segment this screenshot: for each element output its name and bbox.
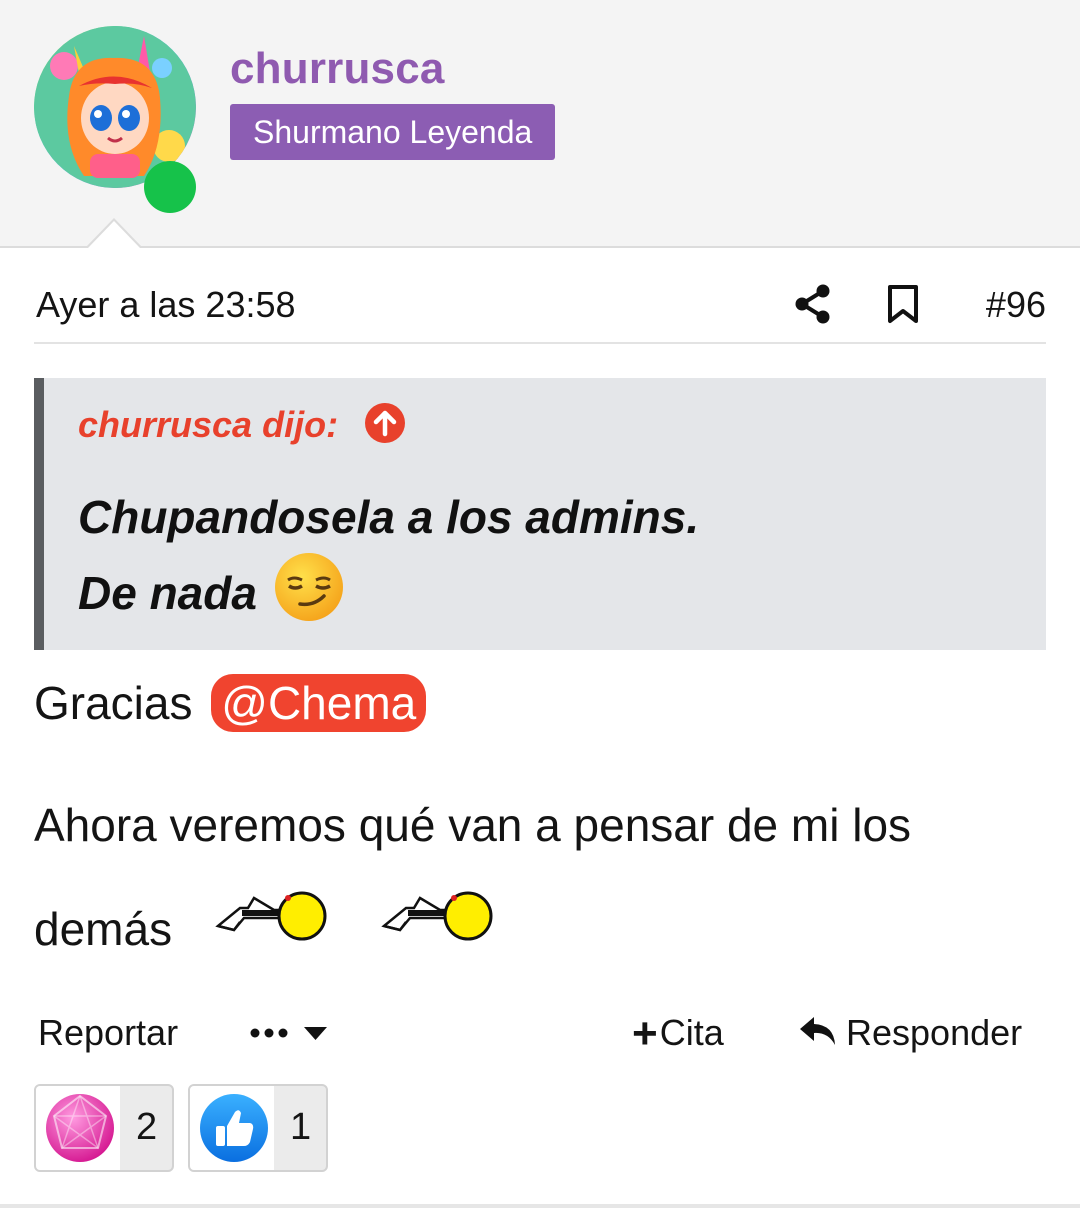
quote-text-line2: De nada	[78, 567, 257, 619]
jump-to-quote-icon[interactable]	[364, 402, 406, 444]
post-number[interactable]: #96	[986, 284, 1046, 326]
post-meta: Ayer a las 23:58 #96	[34, 266, 1046, 344]
reply-icon	[800, 1017, 835, 1046]
divider	[0, 1204, 1080, 1208]
online-status-dot	[144, 161, 196, 213]
more-options-icon[interactable]	[248, 1016, 328, 1050]
post-actions: Reportar +Cita Responder	[34, 1006, 1046, 1060]
smiley-gun-icon	[381, 891, 493, 941]
quote-author[interactable]: churrusca dijo:	[78, 404, 338, 446]
gracias-text: Gracias	[34, 677, 193, 729]
post-text-line1: Ahora veremos qué van a pensar de mi los	[34, 799, 912, 851]
reaction-like[interactable]: 1	[188, 1084, 328, 1172]
reply-button-label: Responder	[846, 1012, 1023, 1053]
quote-button[interactable]: +Cita	[632, 1012, 724, 1056]
reply-button[interactable]: Responder	[798, 1012, 1022, 1054]
smirking-face-icon	[275, 553, 343, 621]
reaction-gem[interactable]: 2	[34, 1084, 174, 1172]
user-mention[interactable]: @Chema	[211, 673, 427, 732]
post-text-line2: demás	[34, 903, 173, 955]
header-pointer	[86, 218, 142, 248]
smiley-gun-icon	[215, 891, 327, 941]
post-text-gracias: Gracias @Chema	[34, 673, 427, 736]
username[interactable]: churrusca	[230, 44, 445, 94]
thumbs-up-icon	[200, 1094, 268, 1162]
share-icon[interactable]	[794, 284, 832, 324]
quote-text-line1: Chupandosela a los admins.	[78, 491, 700, 543]
quote-block: churrusca dijo: Chupandosela a los admin…	[34, 378, 1046, 650]
pink-gem-icon	[46, 1094, 114, 1162]
reaction-count: 1	[290, 1106, 312, 1148]
reaction-count: 2	[136, 1106, 158, 1148]
report-link[interactable]: Reportar	[38, 1012, 178, 1054]
quote-button-label: Cita	[659, 1012, 724, 1053]
post-timestamp[interactable]: Ayer a las 23:58	[36, 284, 296, 326]
user-title-badge: Shurmano Leyenda	[230, 104, 556, 160]
bookmark-icon[interactable]	[886, 284, 920, 324]
plus-icon: +	[632, 1009, 658, 1058]
user-header: churrusca Shurmano Leyenda	[0, 0, 1080, 248]
